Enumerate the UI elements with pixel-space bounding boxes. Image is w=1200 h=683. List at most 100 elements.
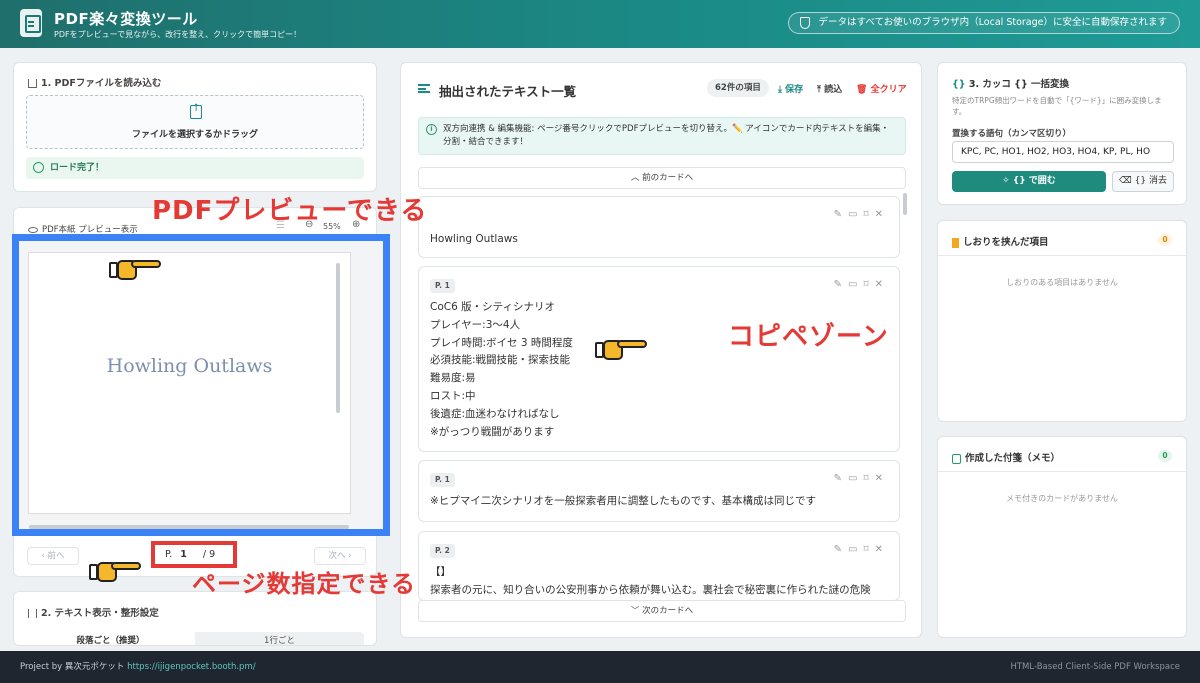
app-footer: Project by 異次元ポケット https://ijigenpocket.… bbox=[0, 651, 1200, 683]
upload-icon bbox=[28, 79, 37, 88]
words-label: 置換する語句（カンマ区切り） bbox=[952, 129, 1072, 139]
card-text: 【】 探索者の元に、知り合いの公安刑事から依頼が舞い込む。裏社会で秘密裏に作られ… bbox=[430, 566, 871, 596]
text-card[interactable]: ✎▭⌑✕ Howling Outlaws bbox=[418, 196, 900, 258]
bookmarks-title: しおりを挟んだ項目 bbox=[952, 234, 1049, 248]
load-button[interactable]: ⤒ 読込 bbox=[817, 82, 842, 95]
pdf-page[interactable]: Howling Outlaws bbox=[28, 252, 351, 514]
page-total: / 9 bbox=[202, 549, 216, 560]
load-panel: 1. PDFファイルを読み込む ファイルを選択するかドラッグ ロード完了！ bbox=[13, 62, 377, 192]
text-card[interactable]: P. 1 ✎▭⌑✕ CoC6 版・シティシナリオ プレイヤー:3〜4人 プレイ時… bbox=[418, 266, 900, 452]
memos-count: 0 bbox=[1158, 450, 1172, 462]
bracket-panel: {} 3. カッコ {} 一括変換 特定のTRPG頻出ワードを自動で「{ワード}… bbox=[937, 62, 1187, 205]
check-circle-icon bbox=[33, 162, 44, 173]
bookmarks-count: 0 bbox=[1158, 234, 1172, 246]
memos-empty: メモ付きのカードがありません bbox=[1006, 494, 1118, 503]
pencil-icon[interactable]: ✎ bbox=[834, 279, 848, 290]
file-upload-icon bbox=[190, 103, 202, 119]
note-icon bbox=[952, 453, 961, 464]
storage-notice: データはすべてお使いのブラウザ内（Local Storage）に安全に自動保存さ… bbox=[787, 12, 1180, 34]
pencil-icon[interactable]: ✎ bbox=[834, 473, 848, 484]
card-tools: ✎▭⌑✕ bbox=[834, 209, 889, 220]
layout-tabs: 段落ごと（推奨） 1行ごと bbox=[26, 632, 364, 645]
pointing-hand-icon bbox=[89, 556, 141, 584]
page-badge[interactable]: P. 1 bbox=[430, 279, 455, 293]
bookmark-icon[interactable]: ⌑ bbox=[863, 473, 874, 484]
copy-icon[interactable]: ▭ bbox=[848, 209, 863, 220]
card-tools: ✎▭⌑✕ bbox=[834, 279, 889, 290]
bracket-description: 特定のTRPG頻出ワードを自動で「{ワード}」に囲み変換します。 bbox=[952, 96, 1162, 116]
card-text: CoC6 版・シティシナリオ プレイヤー:3〜4人 プレイ時間:ボイセ 3 時間… bbox=[430, 301, 573, 438]
sliders-icon bbox=[28, 609, 37, 618]
memos-panel: 作成した付箋（メモ） 0 メモ付きのカードがありません bbox=[937, 436, 1187, 638]
prev-cards-button[interactable]: ︿ 前のカードへ bbox=[418, 167, 906, 189]
close-icon[interactable]: ✕ bbox=[875, 209, 889, 220]
footer-credit: Project by 異次元ポケット https://ijigenpocket.… bbox=[20, 662, 256, 672]
divider bbox=[938, 471, 1186, 472]
close-icon[interactable]: ✕ bbox=[875, 544, 889, 555]
preview-scrollbar-vertical[interactable] bbox=[336, 263, 340, 413]
load-status: ロード完了！ bbox=[26, 157, 364, 179]
save-button[interactable]: ⤓ 保存 bbox=[778, 82, 803, 95]
footer-tagline: HTML-Based Client-Side PDF Workspace bbox=[1010, 662, 1180, 672]
tab-line[interactable]: 1行ごと bbox=[195, 632, 364, 645]
bracket-title: {} 3. カッコ {} 一括変換 bbox=[952, 79, 1070, 90]
bookmark-icon bbox=[952, 237, 959, 248]
upload-icon: ⤒ bbox=[817, 85, 821, 95]
bookmark-icon[interactable]: ⌑ bbox=[863, 209, 874, 220]
bookmarks-panel: しおりを挟んだ項目 0 しおりのある項目はありません bbox=[937, 220, 1187, 422]
trash-icon: 🗑 bbox=[856, 85, 868, 95]
eye-icon bbox=[28, 226, 38, 233]
copy-icon[interactable]: ▭ bbox=[848, 279, 863, 290]
sparkle-icon: ✧ bbox=[1002, 176, 1010, 186]
tab-paragraph[interactable]: 段落ごと（推奨） bbox=[26, 632, 195, 645]
copy-icon[interactable]: ▭ bbox=[848, 473, 863, 484]
text-card[interactable]: P. 1 ✎▭⌑✕ ※ヒプマイ二次シナリオを一般探索者用に調整したものです、基本… bbox=[418, 460, 900, 522]
info-icon: i bbox=[426, 124, 437, 135]
erase-braces-button[interactable]: ⌫ {} 消去 bbox=[1112, 171, 1174, 192]
pointing-hand-icon bbox=[595, 334, 647, 362]
card-tools: ✎▭⌑✕ bbox=[834, 473, 889, 484]
memos-title: 作成した付箋（メモ） bbox=[952, 450, 1060, 464]
cards-scrollbar[interactable] bbox=[903, 193, 907, 215]
divider bbox=[938, 255, 1186, 256]
pencil-icon[interactable]: ✎ bbox=[834, 209, 848, 220]
next-page-button[interactable]: 次へ › bbox=[314, 547, 366, 565]
preview-annotation: PDFプレビューできる bbox=[152, 196, 428, 226]
text-card[interactable]: P. 2 ✎▭⌑✕ 【】 探索者の元に、知り合いの公安刑事から依頼が舞い込む。裏… bbox=[418, 531, 900, 601]
prev-page-button[interactable]: ‹ 前へ bbox=[27, 547, 79, 565]
wrap-braces-button[interactable]: ✧ {} で囲む bbox=[952, 171, 1106, 192]
app-title: PDF楽々変換ツール bbox=[54, 10, 198, 28]
list-icon bbox=[418, 84, 430, 93]
page-number-input[interactable]: 1 bbox=[180, 549, 187, 560]
app-header: PDF楽々変換ツール PDFをプレビューで見ながら、改行を整え、クリックで簡単コ… bbox=[0, 0, 1200, 48]
page-badge[interactable]: P. 2 bbox=[430, 544, 455, 558]
drop-label: ファイルを選択するかドラッグ bbox=[131, 130, 258, 140]
load-title: 1. PDFファイルを読み込む bbox=[28, 75, 161, 89]
pointing-hand-icon bbox=[109, 254, 161, 282]
bracket-icon: {} bbox=[952, 79, 966, 90]
bookmark-icon[interactable]: ⌑ bbox=[863, 544, 874, 555]
info-box: i 双方向連携 & 編集機能: ページ番号クリックでPDFプレビューを切り替え。… bbox=[418, 117, 906, 155]
next-cards-button[interactable]: ﹀ 次のカードへ bbox=[418, 600, 906, 622]
download-icon: ⤓ bbox=[778, 85, 782, 95]
file-drop-zone[interactable]: ファイルを選択するかドラッグ bbox=[26, 95, 364, 149]
shield-icon bbox=[799, 17, 810, 29]
page-prefix: P. bbox=[165, 549, 173, 560]
app-subtitle: PDFをプレビューで見ながら、改行を整え、クリックで簡単コピー！ bbox=[54, 30, 302, 39]
pdf-page-text: Howling Outlaws bbox=[106, 355, 273, 377]
copy-icon[interactable]: ▭ bbox=[848, 544, 863, 555]
item-count-badge: 62件の項目 bbox=[707, 79, 769, 97]
card-text: ※ヒプマイ二次シナリオを一般探索者用に調整したものです、基本構成は同じです bbox=[430, 495, 816, 507]
preview-scrollbar-horizontal[interactable] bbox=[29, 525, 349, 529]
clear-all-button[interactable]: 🗑 全クリア bbox=[856, 82, 907, 95]
eraser-icon: ⌫ bbox=[1119, 176, 1132, 186]
page-badge[interactable]: P. 1 bbox=[430, 473, 455, 487]
bookmark-icon[interactable]: ⌑ bbox=[863, 279, 874, 290]
pencil-icon[interactable]: ✎ bbox=[834, 544, 848, 555]
close-icon[interactable]: ✕ bbox=[875, 279, 889, 290]
card-text: Howling Outlaws bbox=[430, 233, 518, 245]
booth-link[interactable]: https://ijigenpocket.booth.pm/ bbox=[127, 662, 255, 672]
close-icon[interactable]: ✕ bbox=[875, 473, 889, 484]
text-settings-panel: 2. テキスト表示・整形設定 段落ごと（推奨） 1行ごと bbox=[13, 591, 377, 646]
words-input[interactable]: KPC, PC, HO1, HO2, HO3, HO4, KP, PL, HO bbox=[952, 141, 1174, 163]
